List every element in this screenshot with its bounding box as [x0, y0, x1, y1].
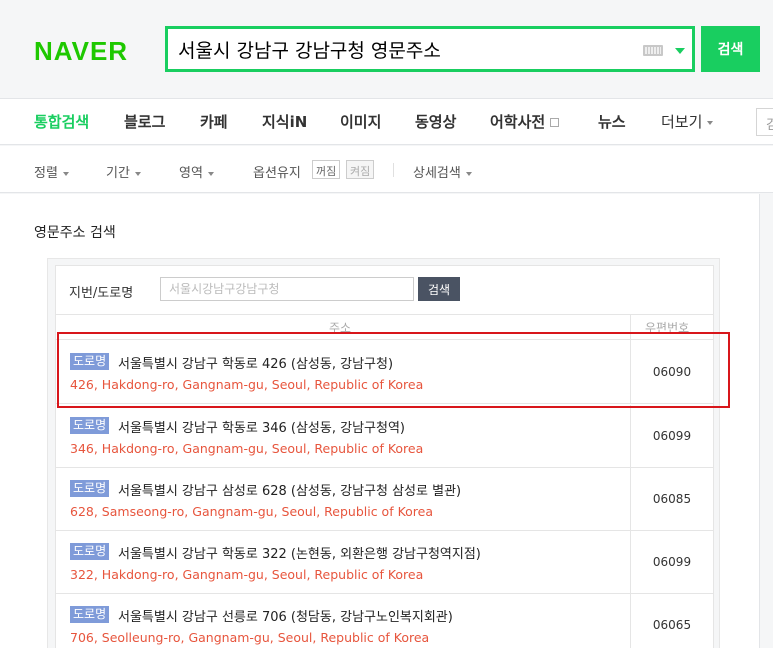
road-name-badge: 도로명 — [70, 606, 110, 623]
korean-address: 서울특별시 강남구 학동로 346 (삼성동, 강남구청역) — [118, 421, 405, 436]
road-name-badge: 도로명 — [70, 417, 110, 434]
tab-blog[interactable]: 블로그 — [124, 111, 165, 132]
zip-code: 06065 — [652, 618, 692, 632]
chevron-down-icon — [62, 171, 69, 176]
english-address: 706, Seolleung-ro, Gangnam-gu, Seoul, Re… — [70, 630, 430, 645]
chevron-down-icon — [465, 171, 472, 176]
english-address: 346, Hakdong-ro, Gangnam-gu, Seoul, Repu… — [70, 441, 424, 456]
nav-side-search[interactable]: 검 — [756, 108, 773, 136]
main-content: 영문주소 검색 지번/도로명 검색 주소 우편번호 도로명 서울특별시 강남구 … — [0, 194, 773, 648]
road-name-badge: 도로명 — [70, 480, 110, 497]
table-row[interactable]: 도로명 서울특별시 강남구 학동로 322 (논현동, 외환은행 강남구청역지점… — [56, 531, 713, 594]
zip-code: 06099 — [652, 555, 692, 569]
tab-news[interactable]: 뉴스 — [598, 111, 626, 132]
table-header: 주소 우편번호 — [56, 314, 713, 341]
option-advanced-label: 상세검색 — [413, 166, 461, 181]
zip-code: 06099 — [652, 429, 692, 443]
tab-kin[interactable]: 지식iN — [262, 111, 307, 132]
autocomplete-arrow-icon[interactable] — [675, 48, 685, 54]
option-area[interactable]: 영역 — [179, 162, 214, 181]
tab-dictionary[interactable]: 어학사전 — [490, 111, 560, 132]
option-period-label: 기간 — [106, 166, 130, 181]
tab-more-label: 더보기 — [661, 113, 703, 131]
address-search-button[interactable]: 검색 — [418, 277, 460, 301]
right-gutter — [759, 194, 773, 648]
tab-video[interactable]: 동영상 — [415, 111, 456, 132]
road-name-badge: 도로명 — [70, 353, 110, 370]
korean-address: 서울특별시 강남구 학동로 426 (삼성동, 강남구청) — [118, 357, 394, 372]
option-sort-label: 정렬 — [34, 166, 58, 181]
address-label: 지번/도로명 — [69, 286, 134, 301]
search-tabs: 통합검색 블로그 카페 지식iN 이미지 동영상 어학사전 뉴스 더보기 검 — [0, 99, 773, 145]
checkbox-icon — [550, 118, 560, 127]
header-address: 주소 — [329, 321, 352, 335]
english-address: 426, Hakdong-ro, Gangnam-gu, Seoul, Repu… — [70, 377, 424, 392]
search-input[interactable] — [178, 35, 628, 63]
chevron-down-icon — [707, 120, 714, 125]
tab-cafe[interactable]: 카페 — [200, 111, 228, 132]
column-divider — [630, 315, 631, 341]
header: NAVER 검색 — [0, 0, 773, 99]
chevron-down-icon — [207, 171, 214, 176]
section-title: 영문주소 검색 — [34, 225, 116, 241]
table-row[interactable]: 도로명 서울특별시 강남구 학동로 346 (삼성동, 강남구청역) 346, … — [56, 405, 713, 468]
english-address: 628, Samseong-ro, Gangnam-gu, Seoul, Rep… — [70, 504, 434, 519]
korean-address: 서울특별시 강남구 학동로 322 (논현동, 외환은행 강남구청역지점) — [118, 547, 481, 562]
search-options: 정렬 기간 영역 옵션유지 꺼짐 켜짐 상세검색 — [0, 146, 773, 193]
zip-code: 06090 — [652, 365, 692, 379]
korean-address: 서울특별시 강남구 선릉로 706 (청담동, 강남구노인복지회관) — [118, 610, 453, 625]
header-zip: 우편번호 — [645, 321, 690, 335]
option-area-label: 영역 — [179, 166, 203, 181]
address-search-input[interactable] — [160, 277, 414, 301]
table-row[interactable]: 도로명 서울특별시 강남구 삼성로 628 (삼성동, 강남구청 삼성로 별관)… — [56, 468, 713, 531]
keyboard-icon[interactable] — [643, 45, 663, 56]
table-row[interactable]: 도로명 서울특별시 강남구 학동로 426 (삼성동, 강남구청) 426, H… — [56, 341, 713, 404]
search-box — [165, 26, 695, 72]
tab-image[interactable]: 이미지 — [340, 111, 381, 132]
english-address: 322, Hakdong-ro, Gangnam-gu, Seoul, Repu… — [70, 567, 424, 582]
road-name-badge: 도로명 — [70, 543, 110, 560]
address-table-panel: 지번/도로명 검색 주소 우편번호 도로명 서울특별시 강남구 학동로 426 … — [55, 265, 714, 648]
korean-address: 서울특별시 강남구 삼성로 628 (삼성동, 강남구청 삼성로 별관) — [118, 484, 462, 499]
tab-more[interactable]: 더보기 — [661, 111, 714, 132]
option-sort[interactable]: 정렬 — [34, 162, 69, 181]
zip-code: 06085 — [652, 492, 692, 506]
option-period[interactable]: 기간 — [106, 162, 141, 181]
search-button[interactable]: 검색 — [701, 26, 760, 72]
option-keep-label: 옵션유지 — [253, 166, 301, 181]
option-keep-on[interactable]: 켜짐 — [346, 160, 375, 179]
naver-logo[interactable]: NAVER — [34, 36, 128, 67]
address-panel: 지번/도로명 검색 주소 우편번호 도로명 서울특별시 강남구 학동로 426 … — [47, 258, 720, 648]
tab-integrated[interactable]: 통합검색 — [34, 111, 89, 132]
option-advanced[interactable]: 상세검색 — [413, 162, 472, 181]
table-row[interactable]: 도로명 서울특별시 강남구 선릉로 706 (청담동, 강남구노인복지회관) 7… — [56, 594, 713, 648]
tab-dictionary-label: 어학사전 — [490, 113, 546, 131]
option-keep-off[interactable]: 꺼짐 — [312, 160, 341, 179]
divider — [393, 163, 394, 177]
chevron-down-icon — [134, 171, 141, 176]
